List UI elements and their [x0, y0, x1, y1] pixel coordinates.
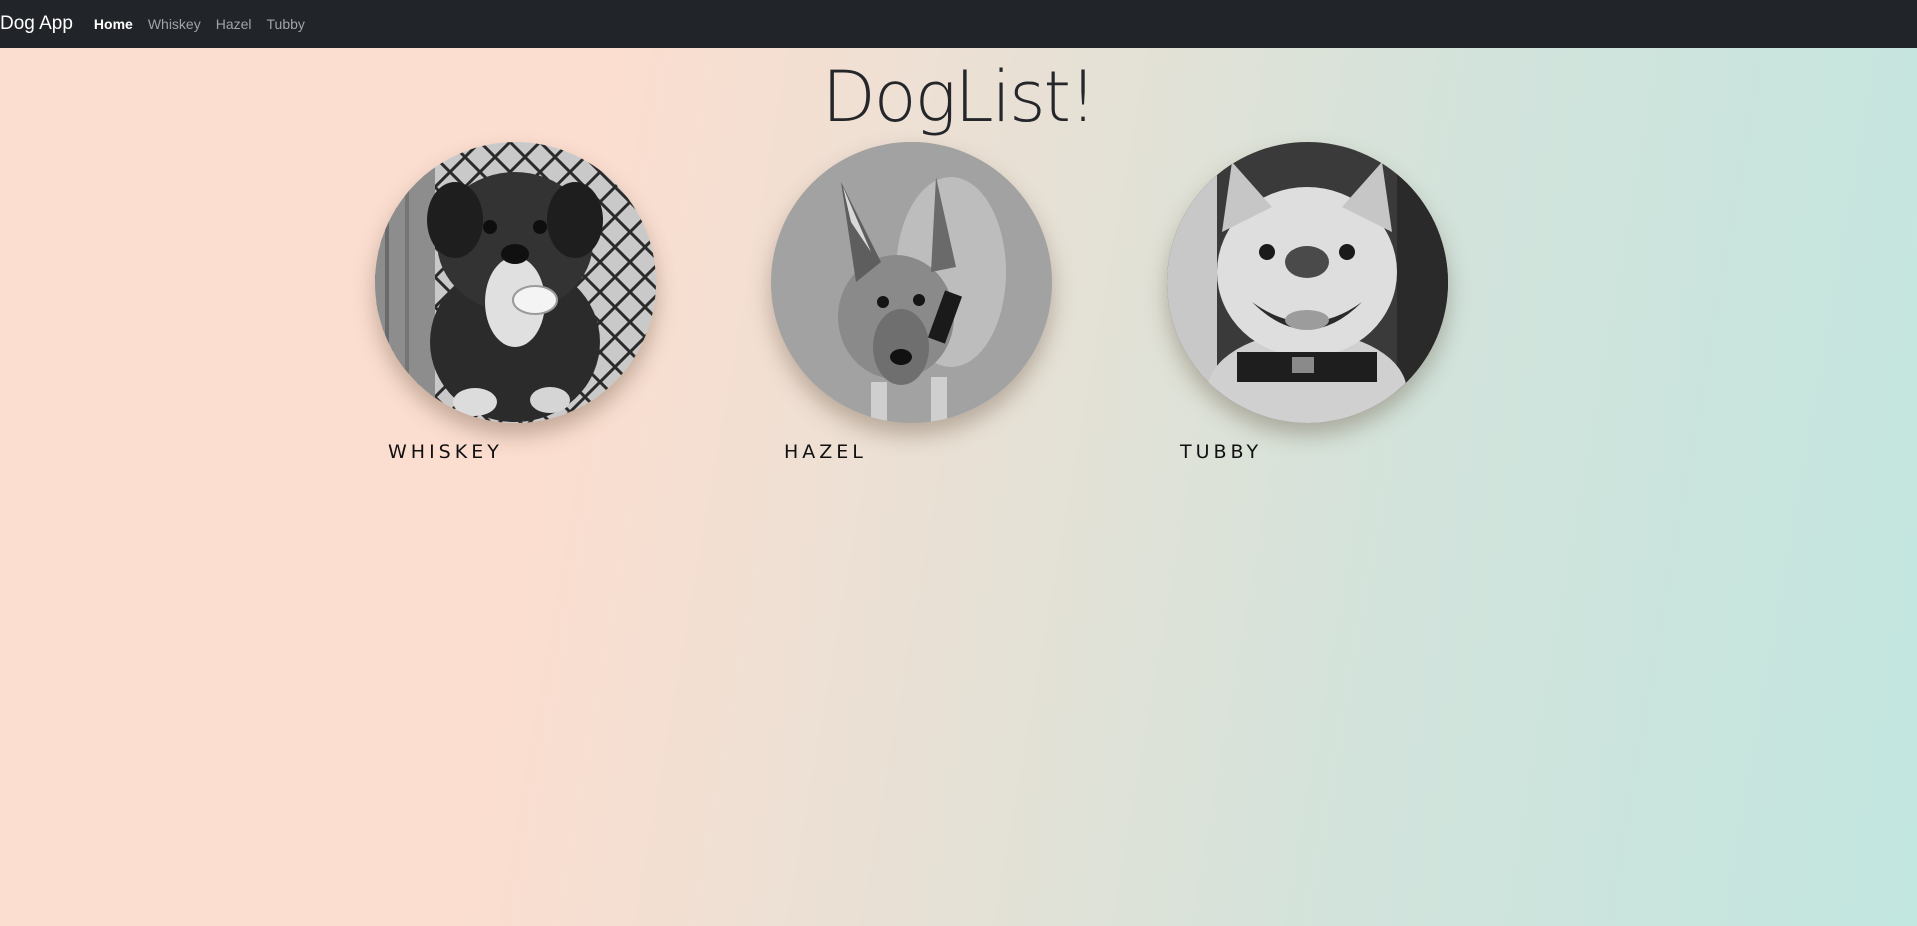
- hazel-photo[interactable]: [771, 142, 1052, 423]
- navbar: Dog App Home Whiskey Hazel Tubby: [0, 0, 1917, 48]
- nav-link-tubby[interactable]: Tubby: [267, 16, 305, 32]
- dog-name-whiskey[interactable]: WHISKEY: [388, 441, 675, 463]
- dog-card-tubby: TUBBY: [1167, 142, 1467, 463]
- brand-logo[interactable]: Dog App: [0, 13, 73, 35]
- dog-card-hazel: HAZEL: [771, 142, 1071, 463]
- nav-link-home[interactable]: Home: [94, 16, 133, 32]
- dog-name-hazel[interactable]: HAZEL: [784, 441, 1071, 463]
- tubby-photo[interactable]: [1167, 142, 1448, 423]
- page-title: DogList!: [821, 56, 1097, 138]
- nav-link-whiskey[interactable]: Whiskey: [148, 16, 201, 32]
- dog-name-tubby[interactable]: TUBBY: [1180, 441, 1467, 463]
- nav-link-hazel[interactable]: Hazel: [216, 16, 252, 32]
- whiskey-photo[interactable]: [375, 142, 656, 423]
- dog-card-whiskey: WHISKEY: [375, 142, 675, 463]
